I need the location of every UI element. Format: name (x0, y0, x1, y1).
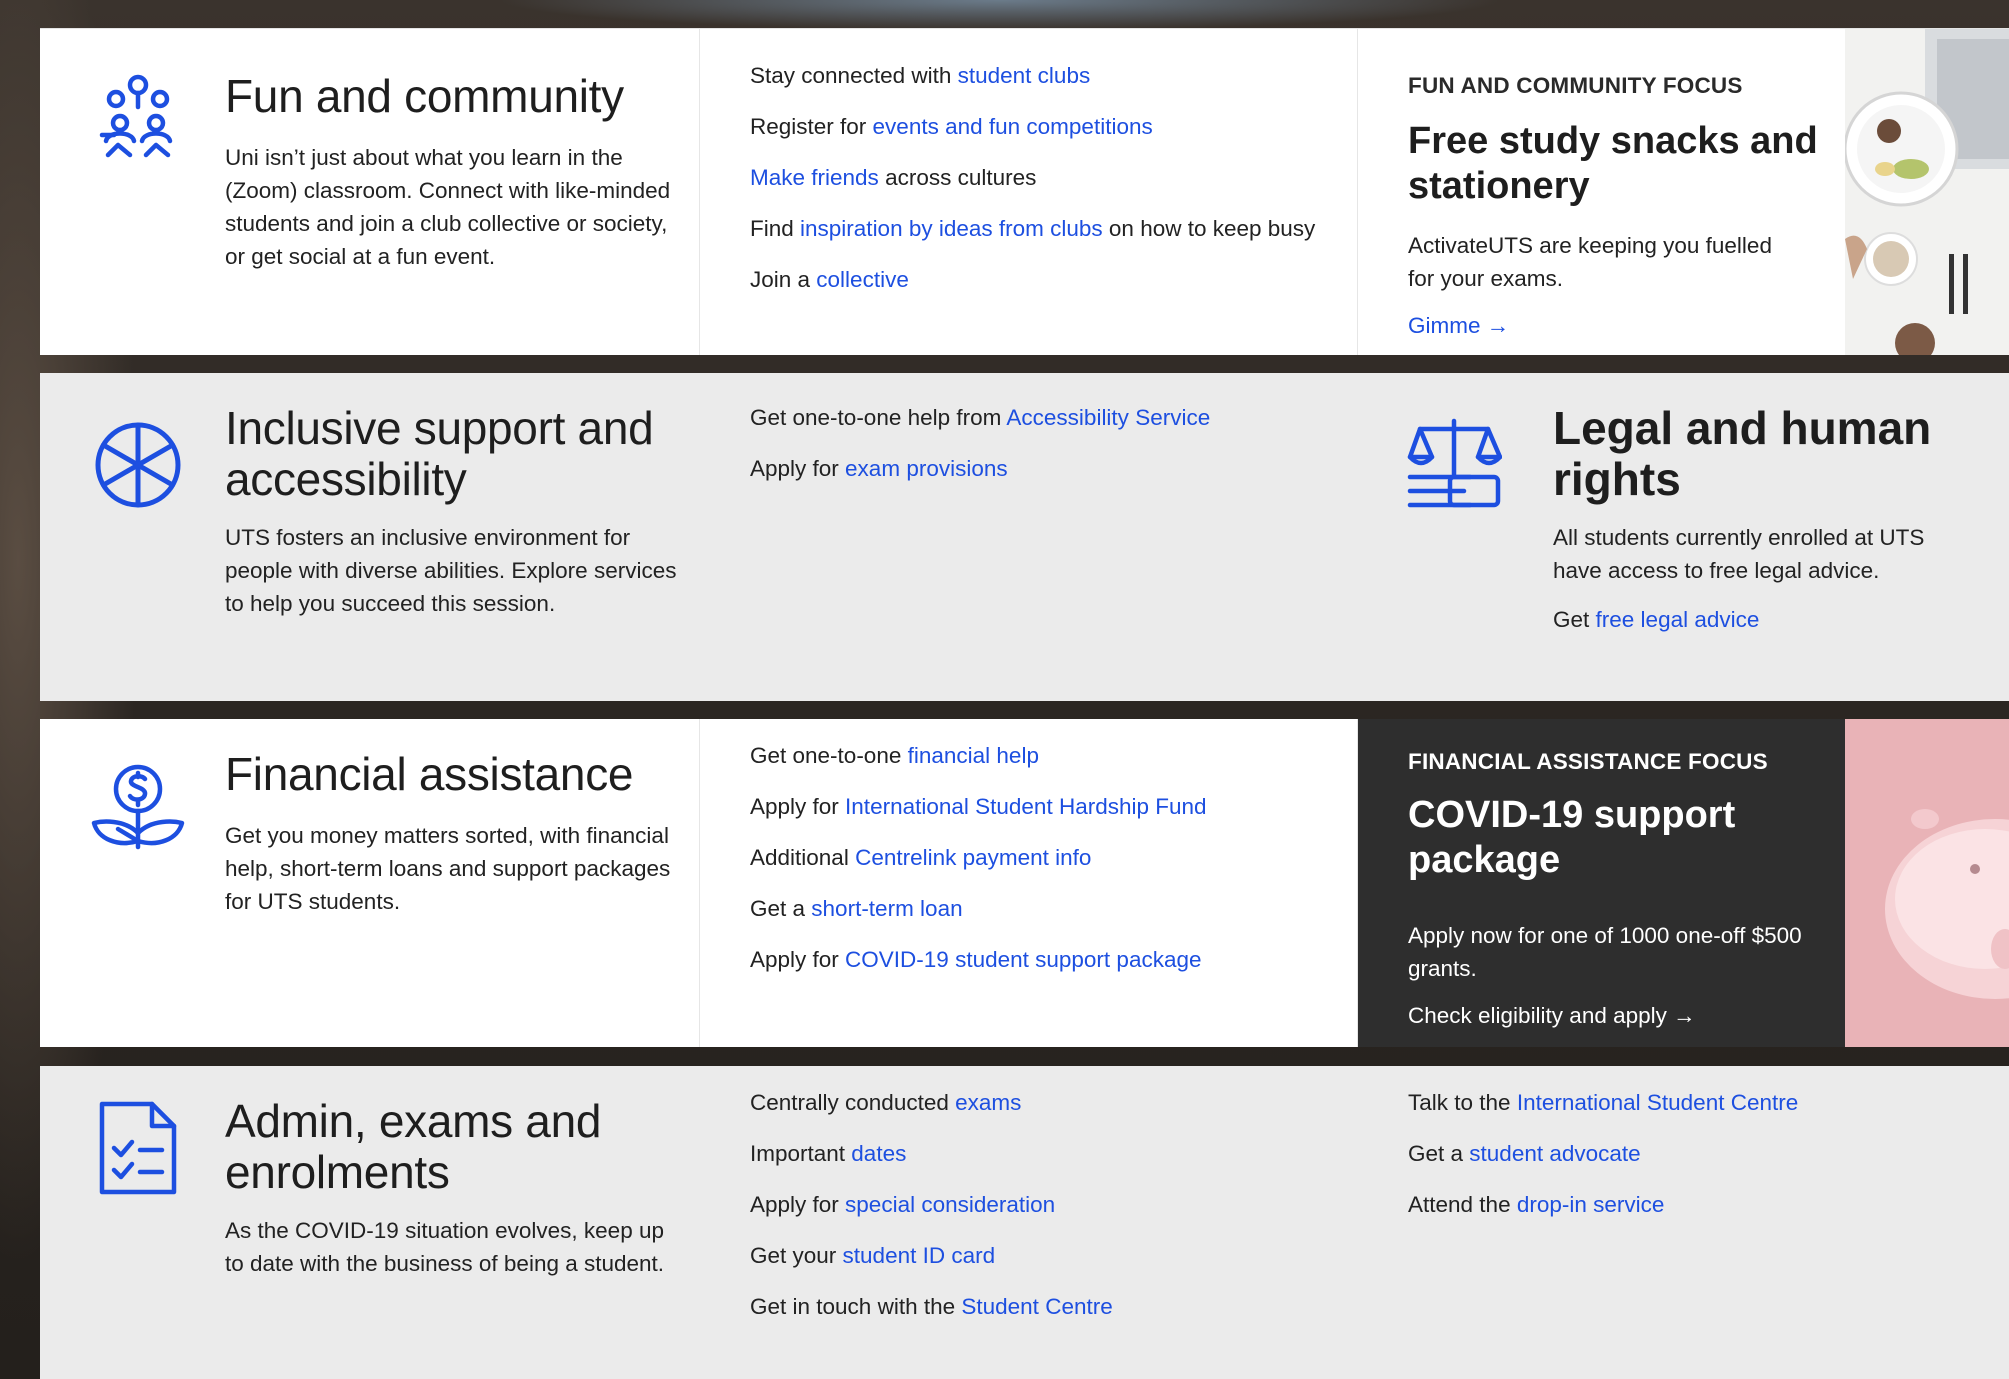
list-item: Get one-to-one financial help (750, 743, 1039, 768)
scales-of-justice-icon (1406, 415, 1503, 511)
section-links: Stay connected with student clubs Regist… (700, 29, 1358, 355)
legal-card: Legal and human rights All students curr… (1358, 373, 2009, 701)
section-links: Get one-to-one help from Accessibility S… (700, 373, 1358, 701)
list-item: Join a collective (750, 267, 909, 292)
focus-title: COVID-19 support package (1408, 794, 1736, 881)
focus-description: ActivateUTS are keeping you fuelled for … (1408, 233, 1772, 291)
list-item: Apply for International Student Hardship… (750, 794, 1207, 819)
section-title: Admin, exams and enrolments (225, 1095, 602, 1198)
list-item: Talk to the International Student Centre (1408, 1090, 1799, 1115)
link-list: Get one-to-one financial help Apply for … (750, 739, 1330, 994)
link-exam-provisions[interactable]: exam provisions (845, 456, 1008, 481)
check-eligibility-link[interactable]: Check eligibility and apply → (1408, 1003, 1696, 1029)
link-free-legal-advice[interactable]: free legal advice (1596, 607, 1760, 632)
link-student-advocate[interactable]: student advocate (1469, 1141, 1640, 1166)
list-item: Make friends across cultures (750, 165, 1037, 190)
link-short-term-loan[interactable]: short-term loan (811, 896, 962, 921)
list-item: Additional Centrelink payment info (750, 845, 1092, 870)
piggy-bank-photo (1845, 719, 2009, 1047)
money-plant-icon (88, 761, 188, 861)
link-accessibility-service[interactable]: Accessibility Service (1006, 405, 1210, 430)
section-description: Get you money matters sorted, with finan… (225, 823, 671, 914)
list-item: Important dates (750, 1141, 907, 1166)
snacks-photo (1843, 29, 2009, 355)
link-make-friends[interactable]: Make friends (750, 165, 879, 190)
list-item: Get a student advocate (1408, 1141, 1641, 1166)
link-list: Talk to the International Student Centre… (1408, 1086, 1988, 1239)
link-international-student-centre[interactable]: International Student Centre (1517, 1090, 1798, 1115)
list-item: Get one-to-one help from Accessibility S… (750, 405, 1211, 430)
focus-card: FUN AND COMMUNITY FOCUS Free study snack… (1358, 29, 2009, 355)
link-dates[interactable]: dates (851, 1141, 906, 1166)
link-collective[interactable]: collective (816, 267, 909, 292)
link-exams[interactable]: exams (955, 1090, 1021, 1115)
wheel-icon (88, 415, 188, 515)
link-covid-support[interactable]: COVID-19 student support package (845, 947, 1201, 972)
section-fun-and-community: Fun and community Uni isn’t just about w… (40, 28, 2009, 355)
section-title: Financial assistance (225, 748, 634, 800)
list-item: Get your student ID card (750, 1243, 996, 1268)
link-special-consideration[interactable]: special consideration (845, 1192, 1055, 1217)
section-intro: Financial assistance Get you money matte… (40, 719, 700, 1047)
legal-description: All students currently enrolled at UTS h… (1553, 525, 1925, 583)
focus-eyebrow: FUN AND COMMUNITY FOCUS (1408, 73, 1743, 98)
link-events[interactable]: events and fun competitions (873, 114, 1153, 139)
section-intro: Fun and community Uni isn’t just about w… (40, 29, 700, 355)
section-intro: Inclusive support and accessibility UTS … (40, 373, 700, 701)
community-people-icon (88, 71, 188, 171)
section-financial-assistance: Financial assistance Get you money matte… (40, 719, 2009, 1047)
checklist-icon (88, 1098, 188, 1198)
list-item: Apply for exam provisions (750, 456, 1008, 481)
list-item: Find inspiration by ideas from clubs on … (750, 216, 1316, 241)
link-list: Centrally conducted exams Important date… (750, 1086, 1330, 1341)
focus-title: Free study snacks and stationery (1408, 120, 1818, 207)
section-title: Fun and community (225, 70, 624, 122)
list-item: Attend the drop-in service (1408, 1192, 1665, 1217)
link-financial-help[interactable]: financial help (908, 743, 1039, 768)
link-inspiration[interactable]: inspiration by ideas from clubs (800, 216, 1103, 241)
list-item: Stay connected with student clubs (750, 63, 1091, 88)
section-links: Centrally conducted exams Important date… (700, 1066, 1358, 1379)
link-student-id-card[interactable]: student ID card (843, 1243, 996, 1268)
legal-title: Legal and human rights (1553, 402, 1932, 505)
section-links: Get one-to-one financial help Apply for … (700, 719, 1358, 1047)
section-title: Inclusive support and accessibility (225, 402, 654, 505)
section-admin-exams: Admin, exams and enrolments As the COVID… (40, 1066, 2009, 1379)
link-hardship-fund[interactable]: International Student Hardship Fund (845, 794, 1206, 819)
section-links-right: Talk to the International Student Centre… (1358, 1066, 2009, 1379)
link-list: Get one-to-one help from Accessibility S… (750, 401, 1330, 503)
focus-description: Apply now for one of 1000 one-off $500 g… (1408, 923, 1802, 981)
list-item: Get in touch with the Student Centre (750, 1294, 1113, 1319)
link-list: Stay connected with student clubs Regist… (750, 59, 1330, 314)
section-description: As the COVID-19 situation evolves, keep … (225, 1218, 665, 1276)
list-item: Get a short-term loan (750, 896, 963, 921)
section-inclusive-support: Inclusive support and accessibility UTS … (40, 373, 2009, 701)
link-student-clubs[interactable]: student clubs (958, 63, 1091, 88)
link-centrelink[interactable]: Centrelink payment info (855, 845, 1091, 870)
list-item: Centrally conducted exams (750, 1090, 1022, 1115)
list-item: Apply for COVID-19 student support packa… (750, 947, 1202, 972)
focus-eyebrow: FINANCIAL ASSISTANCE FOCUS (1408, 749, 1768, 774)
section-description: Uni isn’t just about what you learn in t… (225, 145, 671, 269)
list-item: Apply for special consideration (750, 1192, 1056, 1217)
list-item: Register for events and fun competitions (750, 114, 1153, 139)
gimme-link[interactable]: Gimme → (1408, 313, 1509, 339)
focus-card: FINANCIAL ASSISTANCE FOCUS COVID-19 supp… (1358, 719, 2009, 1047)
legal-link-row: Get free legal advice (1553, 607, 1760, 632)
link-drop-in-service[interactable]: drop-in service (1517, 1192, 1665, 1217)
support-content: Fun and community Uni isn’t just about w… (40, 14, 2009, 1379)
section-intro: Admin, exams and enrolments As the COVID… (40, 1066, 700, 1379)
link-student-centre[interactable]: Student Centre (961, 1294, 1112, 1319)
section-description: UTS fosters an inclusive environment for… (225, 525, 677, 616)
